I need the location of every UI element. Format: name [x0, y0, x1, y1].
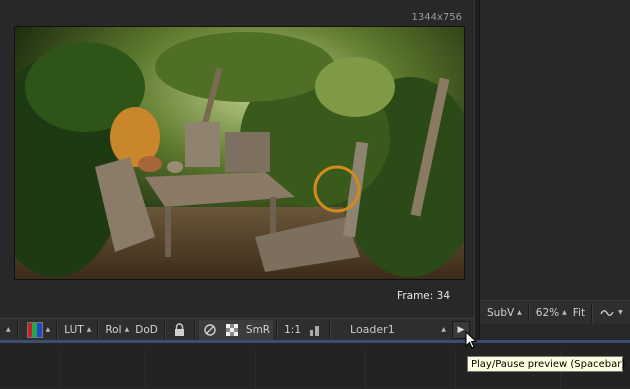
fit-button[interactable]: Fit [570, 303, 588, 323]
separator [16, 320, 19, 339]
viewer-toolbar-right: SubV ▲ 62% ▲ Fit ▼ [480, 300, 630, 324]
viewer-pane[interactable]: 1344x756 Frame: 34 [0, 0, 474, 318]
levels-button[interactable] [304, 320, 326, 340]
dropdown-triangle-icon: ▲ [86, 326, 92, 333]
separator [527, 303, 530, 322]
separator [591, 303, 594, 322]
dod-label: DoD [135, 323, 158, 336]
channel-selector[interactable]: ▲ [22, 320, 54, 340]
dropdown-triangle-icon: ▲ [441, 326, 446, 333]
lock-button[interactable] [169, 320, 191, 340]
levels-icon [307, 322, 323, 338]
dropdown-triangle-icon: ▲ [562, 309, 567, 316]
checker-icon [224, 322, 240, 338]
dod-button[interactable]: DoD [132, 320, 161, 340]
zoom-selector[interactable]: 62% ▲ [533, 303, 570, 323]
separator [193, 320, 196, 339]
smr-label: SmR [245, 323, 271, 336]
one-to-one-label: 1:1 [284, 323, 302, 336]
one-to-one-button[interactable]: 1:1 [281, 320, 304, 340]
wave-button[interactable]: ▼ [596, 303, 626, 323]
viewer-image[interactable] [14, 26, 465, 280]
separator [97, 320, 100, 339]
separator [329, 320, 332, 339]
fit-label: Fit [572, 306, 586, 319]
zoom-value: 62% [535, 306, 560, 319]
dropdown-triangle-icon: ▲ [45, 326, 51, 333]
timeline-divider [365, 349, 366, 389]
image-resolution: 1344x756 [411, 12, 462, 23]
wave-icon [599, 305, 615, 321]
lock-icon [172, 322, 188, 338]
timeline-divider [145, 349, 146, 389]
stereo-button[interactable] [198, 319, 221, 340]
separator [276, 320, 279, 339]
play-pause-tooltip: Play/Pause preview (Spacebar) [467, 356, 625, 372]
checker-button[interactable] [220, 319, 243, 340]
play-icon: ▶ [457, 324, 465, 335]
smr-button[interactable]: SmR [242, 319, 274, 340]
timeline-divider [255, 349, 256, 389]
viewer-toolbar: ▲ ▲ LUT ▲ RoI ▲ DoD SmR 1:1 Loader1 ▲ ▶ [0, 318, 474, 340]
loader-selector[interactable]: Loader1 ▲ [340, 323, 452, 336]
mouse-cursor-icon [465, 330, 478, 354]
subview-button[interactable]: SubV ▲ [484, 303, 525, 323]
roi-button[interactable]: RoI ▲ [102, 320, 132, 340]
lut-button[interactable]: LUT ▲ [61, 320, 94, 340]
channel-swatch-icon [26, 321, 43, 338]
timeline-divider [60, 349, 61, 389]
timeline-divider [455, 349, 456, 389]
garden-photo [15, 27, 464, 279]
dropdown-triangle-icon: ▼ [618, 309, 623, 316]
roi-label: RoI [105, 323, 122, 336]
separator [163, 320, 166, 339]
subview-label: SubV [487, 306, 515, 319]
dropdown-triangle-icon: ▲ [517, 309, 522, 316]
loader-name: Loader1 [350, 323, 395, 336]
stereo-icon [202, 322, 218, 338]
options-menu-button[interactable]: ▲ [0, 320, 14, 340]
dropdown-triangle-icon: ▲ [6, 326, 11, 333]
separator [56, 320, 59, 339]
lut-label: LUT [64, 323, 84, 336]
viewer-pane-right[interactable] [480, 0, 630, 300]
frame-counter: Frame: 34 [397, 290, 450, 302]
dropdown-triangle-icon: ▲ [124, 326, 130, 333]
